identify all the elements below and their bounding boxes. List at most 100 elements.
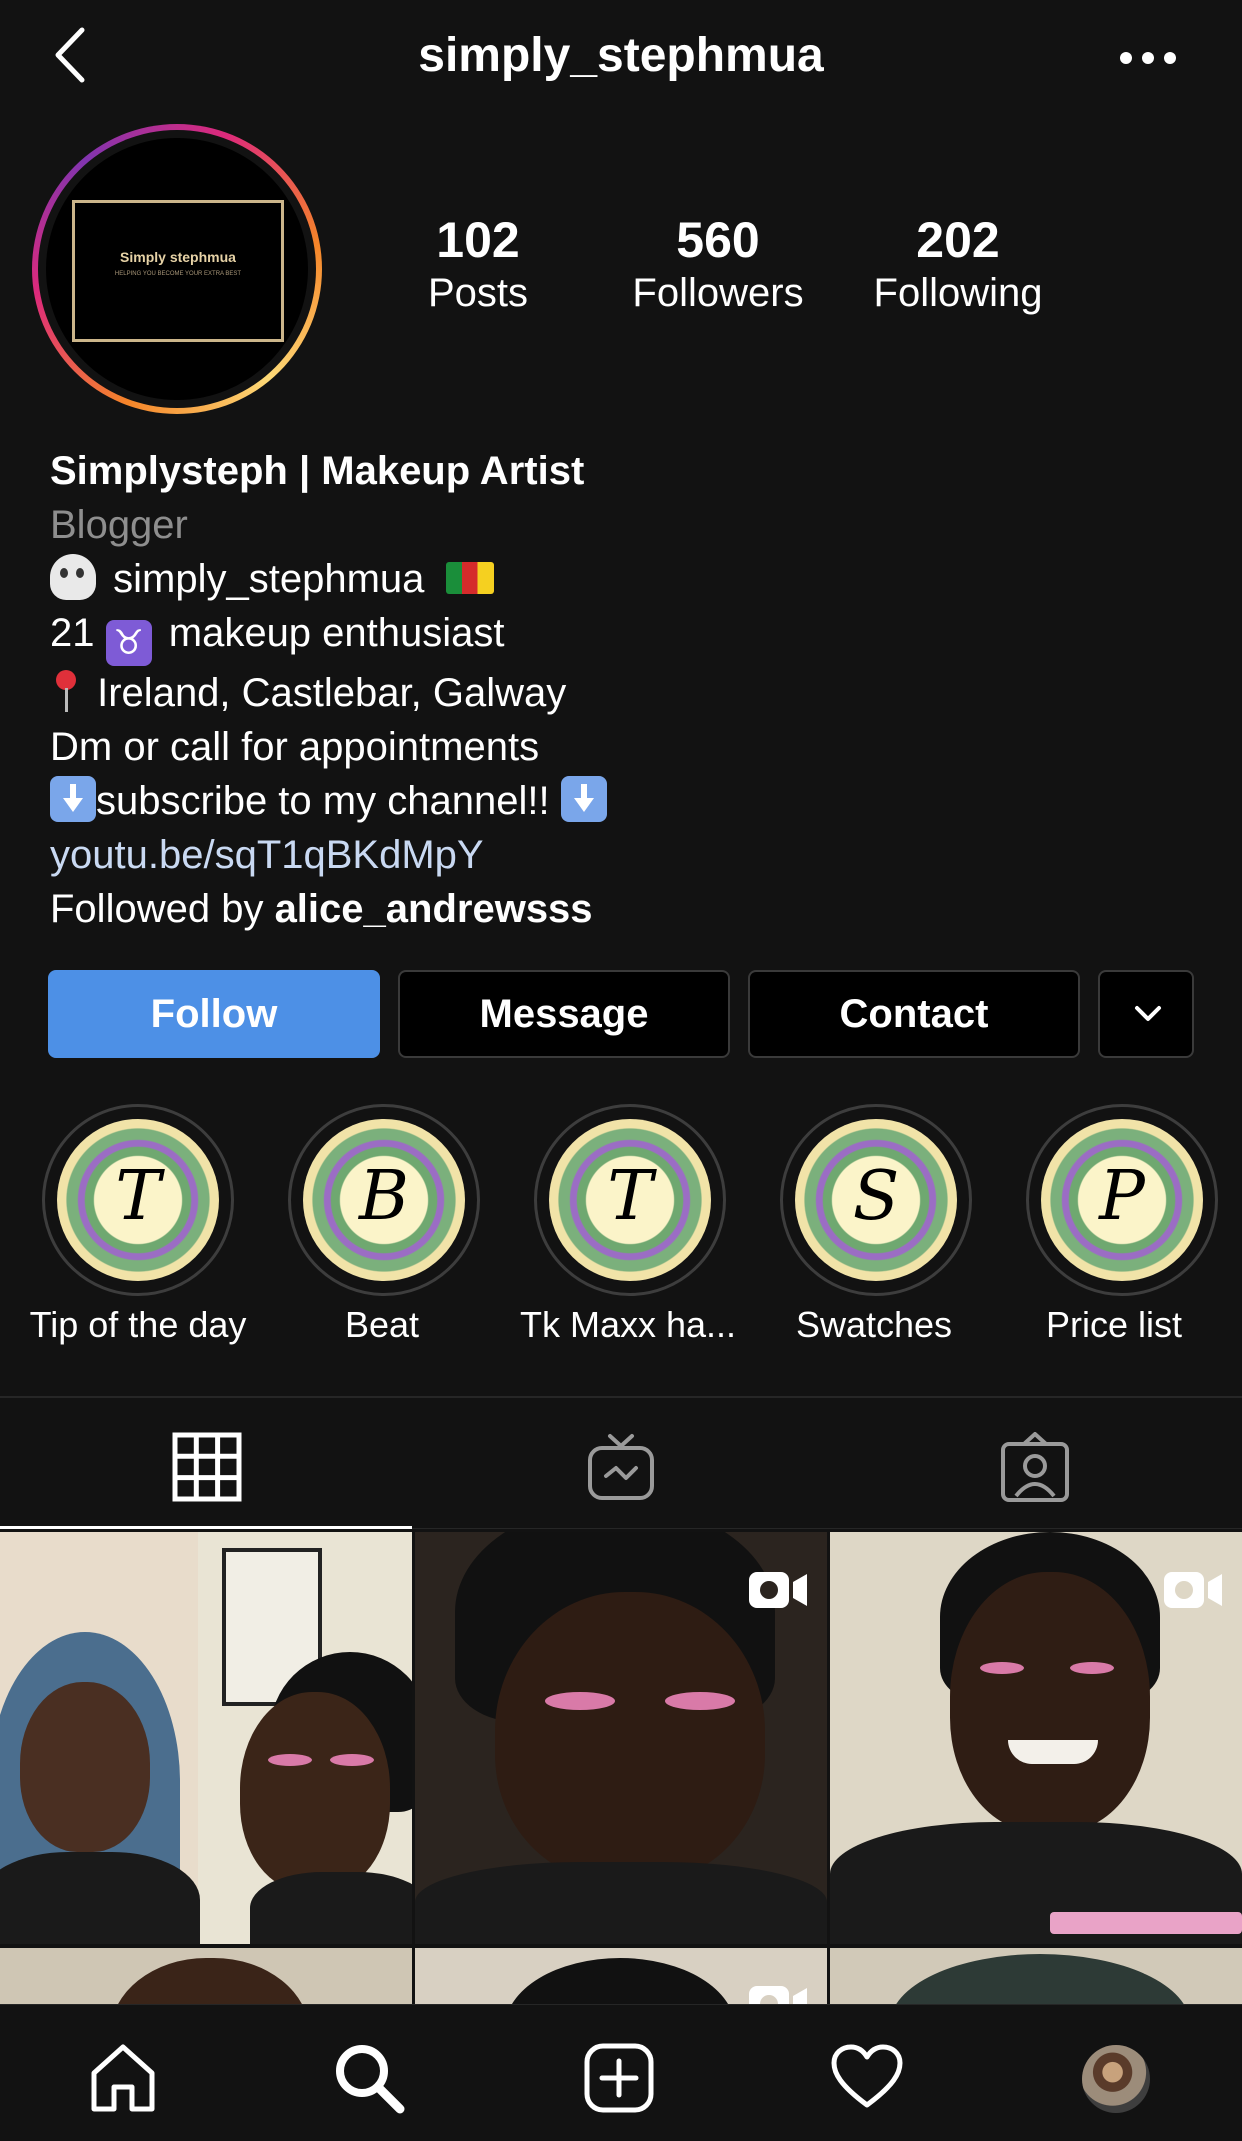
- photo-beanie: [890, 1954, 1190, 2004]
- photo-smile: [1008, 1740, 1098, 1764]
- highlight-ring: P: [1026, 1104, 1218, 1296]
- highlight-letter: B: [359, 1157, 409, 1236]
- tab-igtv[interactable]: [414, 1398, 828, 1528]
- down-arrow-emoji-icon: [50, 776, 96, 822]
- bio-subscribe-text: subscribe to my channel!!: [96, 779, 550, 823]
- profile-avatar[interactable]: Simply stephmua HELPING YOU BECOME YOUR …: [46, 138, 308, 400]
- highlight-ring: B: [288, 1104, 480, 1296]
- down-arrow-emoji-icon: [560, 776, 607, 822]
- highlight-label: Beat: [344, 1304, 420, 1345]
- photo-face: [20, 1682, 150, 1852]
- posts-count[interactable]: 102 Posts: [368, 212, 588, 318]
- message-button[interactable]: Message: [398, 970, 730, 1058]
- highlight-cover: S: [795, 1119, 957, 1281]
- pushpin-emoji-icon: [50, 668, 80, 714]
- bio-link[interactable]: youtu.be/sqT1qBKdMpY: [50, 828, 1200, 882]
- activity-heart-icon[interactable]: [830, 2041, 904, 2115]
- contact-button[interactable]: Contact: [748, 970, 1080, 1058]
- video-post-icon: [749, 1572, 807, 1608]
- more-options-icon[interactable]: [1118, 52, 1178, 68]
- highlight-ring: T: [534, 1104, 726, 1296]
- photo-eyeshadow: [1070, 1662, 1114, 1674]
- highlight-cover: B: [303, 1119, 465, 1281]
- photo-face: [110, 1958, 310, 2004]
- photo-eyeshadow: [330, 1754, 374, 1766]
- highlight-letter: S: [852, 1157, 900, 1236]
- photo-body: [250, 1872, 412, 1944]
- profile-tab-avatar[interactable]: [1082, 2045, 1150, 2113]
- highlight-ring: T: [42, 1104, 234, 1296]
- followed-by-username: alice_andrewsss: [274, 887, 593, 931]
- top-bar: simply_stephmua: [0, 0, 1242, 120]
- following-number: 202: [916, 212, 1000, 268]
- posts-label: Posts: [427, 271, 529, 315]
- tagged-user-icon: [1001, 1432, 1069, 1502]
- post-tile-4[interactable]: [0, 1948, 412, 2004]
- highlight-letter: T: [115, 1157, 161, 1236]
- bio-line-snapchat-text: simply_stephmua: [113, 557, 425, 601]
- highlight-label: Swatches: [795, 1304, 953, 1345]
- home-icon[interactable]: [86, 2041, 160, 2115]
- following-count[interactable]: 202 Following: [848, 212, 1068, 318]
- bio-line-age: 21 ♉ makeup enthusiast: [50, 606, 1200, 666]
- followers-count[interactable]: 560 Followers: [608, 212, 828, 318]
- photo-pink-item: [1050, 1912, 1242, 1934]
- highlight-cover: T: [57, 1119, 219, 1281]
- chevron-down-icon: [1135, 1006, 1161, 1021]
- followed-by[interactable]: Followed by alice_andrewsss: [50, 882, 1200, 936]
- highlight-label: Tip of the day: [29, 1304, 247, 1345]
- post-tile-1[interactable]: [0, 1532, 412, 1944]
- bio-line-location: Ireland, Castlebar, Galway: [50, 666, 1200, 720]
- avatar-logo: Simply stephmua HELPING YOU BECOME YOUR …: [72, 200, 284, 342]
- logo-title: Simply stephmua: [120, 249, 236, 265]
- followed-by-prefix: Followed by: [50, 887, 264, 931]
- post-tile-3[interactable]: [830, 1532, 1242, 1944]
- category-label: Blogger: [50, 503, 188, 547]
- post-tile-2[interactable]: [415, 1532, 827, 1944]
- photo-hair: [505, 1958, 735, 2004]
- photo-eyeshadow: [980, 1662, 1024, 1674]
- igtv-icon: [588, 1434, 654, 1500]
- suggested-accounts-button[interactable]: [1098, 970, 1194, 1058]
- highlight-cover: T: [549, 1119, 711, 1281]
- highlight-letter: T: [607, 1157, 653, 1236]
- taurus-emoji-icon: ♉: [105, 620, 152, 666]
- bio-line-subscribe: subscribe to my channel!!: [50, 774, 1200, 828]
- tab-posts-grid[interactable]: [0, 1398, 414, 1528]
- photo-body: [0, 1852, 200, 1944]
- active-tab-indicator: [0, 1526, 412, 1529]
- grid-icon: [172, 1432, 242, 1502]
- photo-eyeshadow: [268, 1754, 312, 1766]
- photo-eyeshadow: [665, 1692, 735, 1710]
- photo-face: [950, 1572, 1150, 1832]
- display-name: Simplysteph | Makeup Artist: [50, 449, 585, 493]
- tab-tagged[interactable]: [828, 1398, 1242, 1528]
- cameroon-flag-icon: [445, 562, 494, 594]
- highlight-label: Price list: [1045, 1304, 1183, 1345]
- post-tile-5[interactable]: [415, 1948, 827, 2004]
- profile-bio: Simplysteph | Makeup Artist Blogger simp…: [50, 444, 1200, 936]
- ghost-emoji-icon: [50, 554, 96, 600]
- followers-number: 560: [676, 212, 760, 268]
- highlight-ring: S: [780, 1104, 972, 1296]
- highlight-cover: P: [1041, 1119, 1203, 1281]
- video-post-icon: [749, 1986, 807, 2004]
- photo-body: [415, 1862, 827, 1944]
- photo-face: [240, 1692, 390, 1892]
- search-icon[interactable]: [332, 2041, 406, 2115]
- photo-face: [495, 1592, 765, 1882]
- video-post-icon: [1164, 1572, 1222, 1608]
- new-post-icon[interactable]: [582, 2041, 656, 2115]
- bio-age: 21: [50, 611, 95, 655]
- bio-line-appointments: Dm or call for appointments: [50, 725, 540, 769]
- highlight-label: Tk Maxx ha...: [519, 1304, 737, 1345]
- follow-button[interactable]: Follow: [48, 970, 380, 1058]
- profile-username-title: simply_stephmua: [418, 29, 824, 82]
- post-tile-6[interactable]: [830, 1948, 1242, 2004]
- logo-subtitle: HELPING YOU BECOME YOUR EXTRA BEST: [114, 271, 242, 277]
- bio-location-text: Ireland, Castlebar, Galway: [97, 671, 567, 715]
- posts-number: 102: [436, 212, 520, 268]
- bio-line-snapchat: simply_stephmua: [50, 552, 1200, 606]
- highlight-letter: P: [1099, 1157, 1145, 1236]
- photo-eyeshadow: [545, 1692, 615, 1710]
